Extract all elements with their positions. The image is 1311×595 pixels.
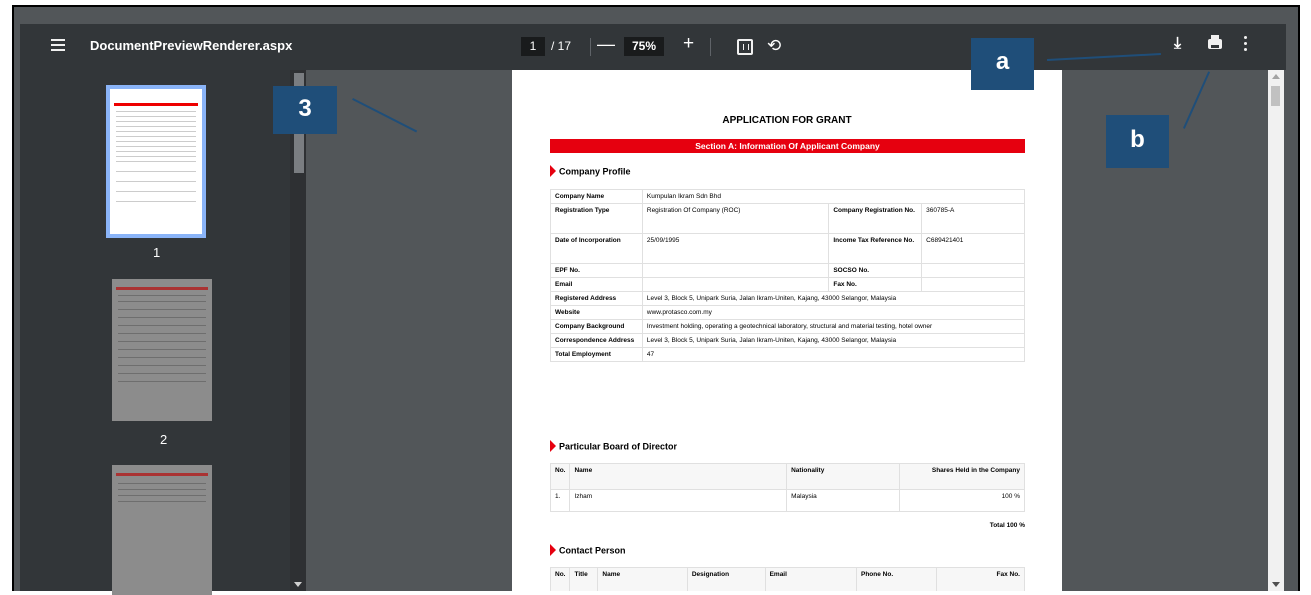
table-row: Registration Type Registration Of Compan… [550, 203, 1025, 234]
document-page: APPLICATION FOR GRANT Section A: Informa… [512, 70, 1062, 591]
more-options-icon[interactable] [1244, 36, 1247, 54]
pdf-toolbar: DocumentPreviewRenderer.aspx 1 / 17 — 75… [20, 24, 1286, 70]
document-heading: APPLICATION FOR GRANT [722, 115, 852, 126]
table-row: EPF No. SOCSO No. [550, 263, 1025, 278]
table-header-row: No. Title Name Designation Email Phone N… [549, 567, 1026, 591]
table-row: Company Name Kumpulan Ikram Sdn Bhd [550, 189, 1026, 204]
document-scrollbar[interactable] [1268, 70, 1284, 591]
table-header-row: No. Name Nationality Shares Held in the … [549, 463, 1026, 490]
print-icon[interactable] [1208, 35, 1222, 49]
table-row: Total Employment 47 [550, 347, 1026, 362]
page-total: / 17 [551, 39, 572, 53]
table-row: 1. Izham Malaysia 100 % [549, 489, 1026, 512]
zoom-input[interactable]: 75% [624, 37, 664, 56]
zoom-out-button[interactable]: — [597, 34, 615, 55]
page-thumbnail-label: 2 [160, 432, 168, 447]
scroll-up-arrow[interactable] [1272, 74, 1280, 79]
scroll-down-arrow[interactable] [1272, 582, 1280, 587]
page-thumbnail-2[interactable] [112, 279, 212, 421]
page-number-input[interactable]: 1 [521, 37, 545, 56]
table-row: Correspondence Address Level 3, Block 5,… [550, 333, 1026, 348]
fit-to-page-icon[interactable] [737, 39, 753, 55]
section-a-banner: Section A: Information Of Applicant Comp… [550, 139, 1025, 153]
callout-b: b [1106, 115, 1169, 168]
contact-person-heading: Contact Person [550, 544, 626, 557]
chevron-right-icon [550, 165, 556, 177]
sidebar-scroll-down-arrow[interactable] [294, 582, 302, 587]
board-table: No. Name Nationality Shares Held in the … [549, 463, 1026, 512]
page-thumbnail-1[interactable] [106, 85, 206, 238]
menu-icon[interactable] [51, 39, 65, 51]
table-row: Website www.protasco.com.my [550, 305, 1026, 320]
thumbnail-sidebar: 1 2 [20, 70, 290, 595]
separator [590, 38, 591, 56]
contact-table: No. Title Name Designation Email Phone N… [549, 567, 1026, 591]
table-row: Registered Address Level 3, Block 5, Uni… [550, 291, 1026, 306]
table-row: Company Background Investment holding, o… [550, 319, 1026, 334]
table-row: Date of Incorporation 25/09/1995 Income … [550, 233, 1025, 264]
download-icon[interactable]: ⤓ [1174, 35, 1181, 53]
table-row: Email Fax No. [550, 277, 1025, 292]
callout-3: 3 [273, 86, 337, 134]
board-heading: Particular Board of Director [550, 440, 677, 453]
page-thumbnail-3[interactable] [112, 465, 212, 595]
document-title: DocumentPreviewRenderer.aspx [90, 38, 293, 53]
callout-a: a [971, 38, 1034, 90]
zoom-in-button[interactable]: + [683, 33, 694, 55]
company-profile-table: Company Name Kumpulan Ikram Sdn Bhd Regi… [550, 189, 1026, 362]
shares-total: Total 100 % [989, 522, 1025, 529]
chevron-right-icon [550, 440, 556, 452]
page-thumbnail-label: 1 [153, 245, 161, 260]
separator [710, 38, 711, 56]
chevron-right-icon [550, 544, 556, 556]
company-profile-heading: Company Profile [550, 165, 631, 178]
document-scrollbar-thumb[interactable] [1271, 86, 1280, 106]
rotate-icon[interactable]: ⟲ [767, 36, 781, 56]
